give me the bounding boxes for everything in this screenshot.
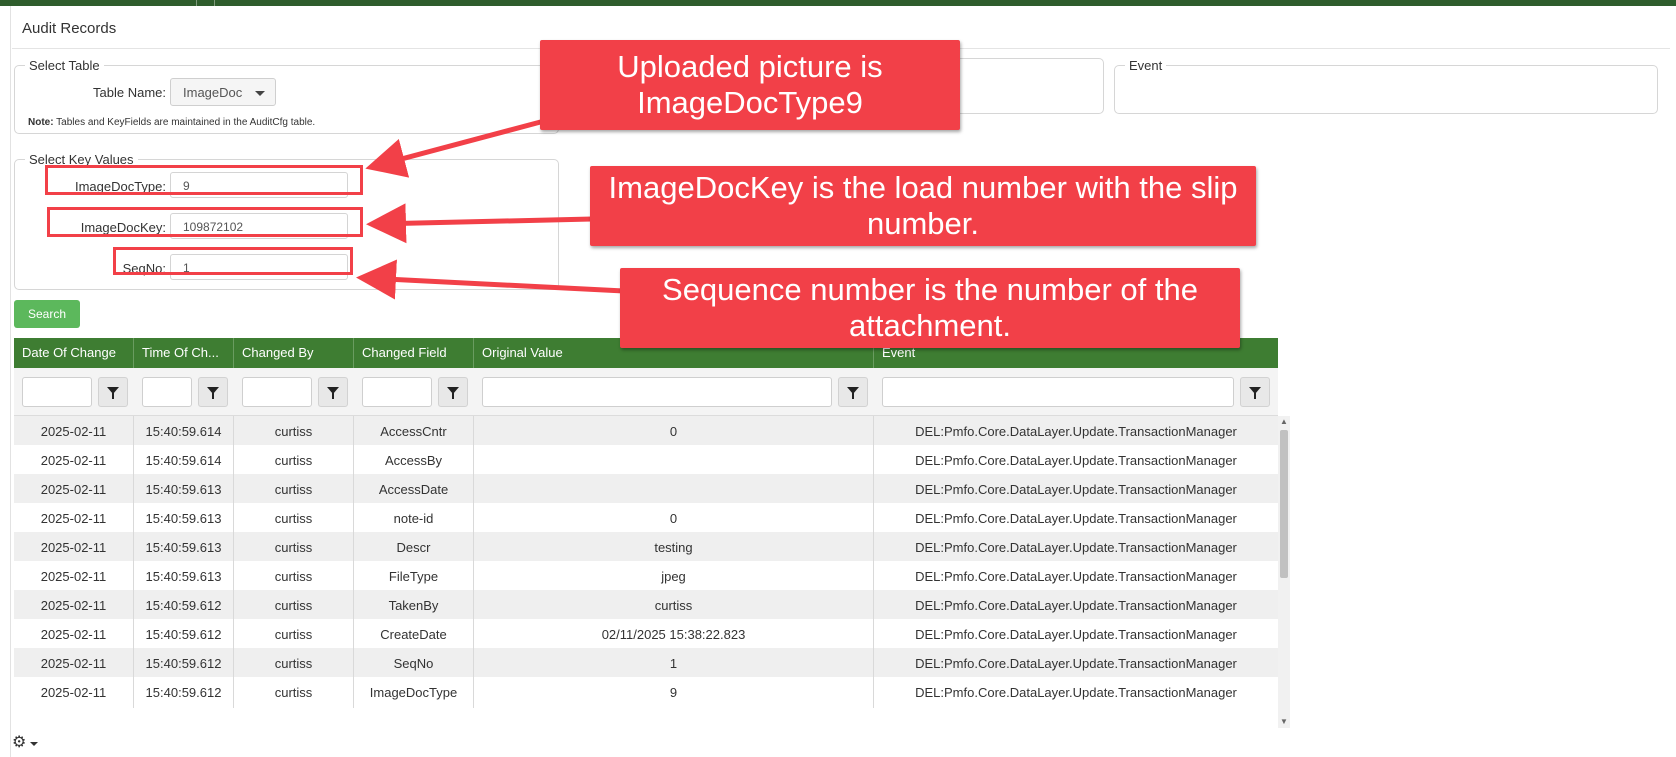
callout-text: Uploaded picture is ImageDocType9: [617, 49, 883, 120]
callout-sequence-number: Sequence number is the number of the att…: [620, 268, 1240, 348]
arrow-to-image-doc-key: [366, 203, 593, 244]
callout-text: Sequence number is the number of the att…: [662, 272, 1198, 343]
callout-image-doc-key: ImageDocKey is the load number with the …: [590, 166, 1256, 246]
callout-text: ImageDocKey is the load number with the …: [608, 170, 1238, 241]
arrow-to-image-doc-type: [365, 117, 549, 178]
callout-uploaded-picture: Uploaded picture is ImageDocType9: [540, 40, 960, 130]
arrow-to-seq-no: [356, 259, 625, 300]
